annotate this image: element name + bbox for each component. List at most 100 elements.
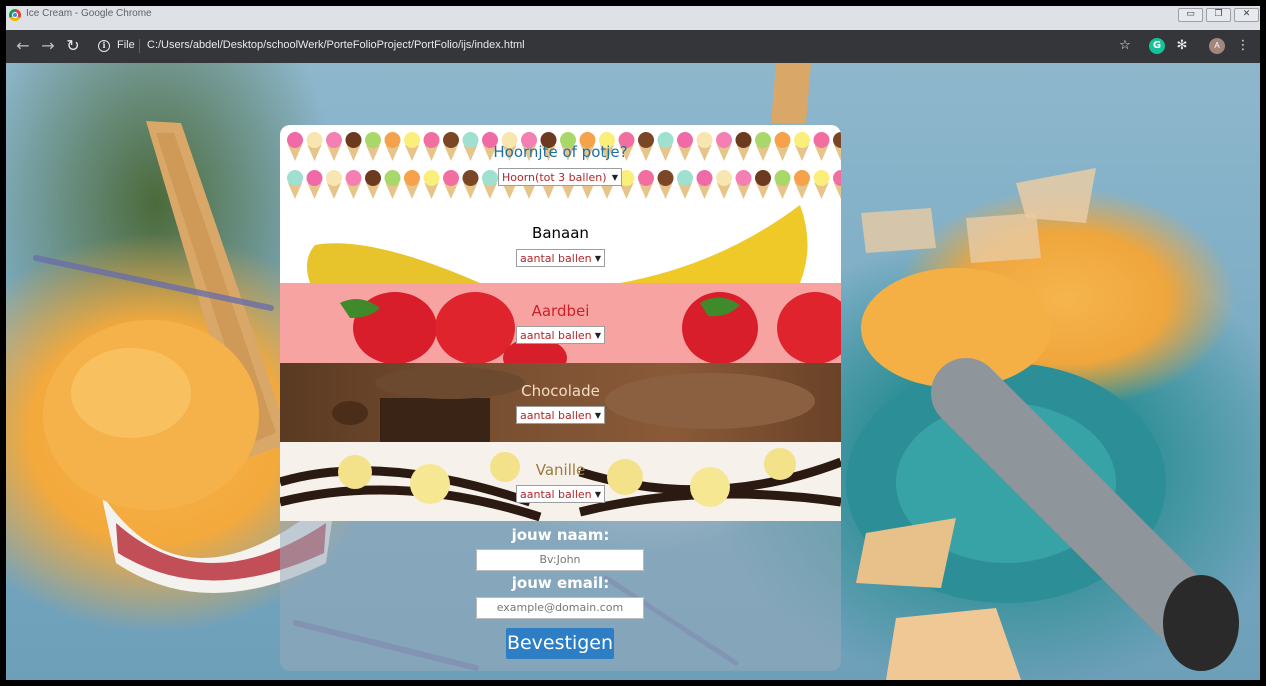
cone-icon: [288, 183, 302, 199]
info-icon[interactable]: i: [98, 40, 110, 52]
waffle-piece-4: [966, 213, 1041, 263]
flavor-select-vanilla[interactable]: aantal ballen ▼: [516, 485, 605, 503]
scoop-icon: [365, 170, 381, 186]
strawberry-image: [340, 292, 841, 363]
flavor-select-chocolate[interactable]: aantal ballen ▼: [516, 406, 605, 424]
cone-icon: [444, 183, 458, 199]
window-title: Ice Cream - Google Chrome: [26, 8, 152, 19]
email-label: jouw email:: [511, 574, 610, 592]
scoop-icon: [833, 170, 841, 186]
address-bar[interactable]: C:/Users/abdel/Desktop/schoolWerk/PorteF…: [147, 39, 525, 51]
cone-icon: [483, 183, 497, 199]
chrome-logo-icon: [9, 9, 21, 21]
avatar[interactable]: A: [1209, 38, 1225, 54]
chocolate-bar: [380, 398, 490, 442]
waffle-piece-3: [1016, 168, 1096, 223]
flavor-row-vanilla: Vanille aantal ballen ▼: [280, 442, 841, 521]
submit-button[interactable]: Bevestigen: [506, 628, 614, 659]
cone-icon: [327, 183, 341, 199]
waffle-cone-left-shade: [156, 133, 276, 441]
banana-left: [306, 243, 480, 283]
cone-icon: [697, 183, 712, 199]
email-input[interactable]: example@domain.com: [476, 597, 644, 619]
flavor-select-banana[interactable]: aantal ballen ▼: [516, 249, 605, 267]
dropdown-arrow-icon: ▼: [594, 254, 601, 263]
chocolate-image: [332, 367, 815, 442]
bookmark-star-icon[interactable]: ☆: [1117, 38, 1133, 54]
scooper-handle: [931, 358, 1231, 658]
flavor-title-strawberry: Aardbei: [531, 302, 590, 320]
scoop-left-highlight: [71, 348, 191, 438]
cone-icon: [756, 183, 770, 199]
cone-choice-row: Hoornjte of potje? Hoorn(tot 3 ballen) ▼: [280, 125, 841, 205]
scoop-icon: [774, 170, 791, 186]
waffle-cone-top: [771, 63, 811, 123]
scoop-icon: [696, 170, 713, 186]
flavor-title-vanilla: Vanille: [535, 461, 586, 479]
close-icon[interactable]: ✕: [1234, 8, 1259, 22]
dropdown-arrow-icon: ▼: [594, 411, 601, 420]
banana-image: [306, 205, 808, 283]
restore-icon[interactable]: ❐: [1206, 8, 1231, 22]
cone-choice-title: Hoornjte of potje?: [493, 143, 628, 161]
scoop-right: [861, 268, 1051, 388]
vanilla-image: [280, 448, 841, 521]
minimize-icon[interactable]: ▭: [1178, 8, 1203, 22]
scoop-icon: [813, 170, 830, 186]
browser-toolbar: ← → ↻ i File C:/Users/abdel/Desktop/scho…: [6, 30, 1260, 63]
scoop-icon: [735, 170, 752, 186]
page-background: Hoornjte of potje? Hoorn(tot 3 ballen) ▼…: [6, 63, 1260, 680]
plate-right: [846, 363, 1166, 603]
waffle-piece-1: [856, 518, 956, 588]
dropdown-arrow-icon: ▼: [594, 490, 601, 499]
cone-icon: [814, 183, 829, 199]
name-label: jouw naam:: [511, 526, 610, 544]
cone-icon: [795, 183, 809, 199]
scoop-icon: [443, 170, 459, 186]
scoop-icon: [755, 170, 771, 186]
scoop-icon: [716, 170, 732, 186]
scoop-icon: [462, 170, 479, 186]
flavor-select-strawberry[interactable]: aantal ballen ▼: [516, 326, 605, 344]
flavor-select-vanilla-value: aantal ballen: [520, 488, 592, 501]
cone-icon: [717, 183, 731, 199]
flavor-row-chocolate: Chocolade aantal ballen ▼: [280, 363, 841, 442]
cone-choice-select[interactable]: Hoorn(tot 3 ballen) ▼: [498, 168, 622, 186]
url-divider: [139, 39, 140, 53]
cone-icon: [385, 183, 400, 199]
dropdown-arrow-icon: ▼: [611, 173, 618, 182]
cone-icon: [346, 183, 361, 199]
menu-kebab-icon[interactable]: ⋮: [1235, 38, 1251, 54]
cone-icon: [307, 183, 322, 199]
flavor-row-strawberry: Aardbei aantal ballen ▼: [280, 283, 841, 363]
cone-icon: [834, 183, 841, 199]
contact-form: jouw naam: Bv:John jouw email: example@d…: [280, 521, 841, 671]
ice-cream-cones-pattern: [287, 132, 841, 199]
scoop-icon: [657, 170, 674, 186]
cone-icon: [424, 183, 439, 199]
reload-icon[interactable]: ↻: [64, 37, 82, 55]
cone-icon: [639, 183, 653, 199]
flavor-select-strawberry-value: aantal ballen: [520, 329, 592, 342]
forward-arrow-icon[interactable]: →: [39, 37, 57, 55]
scoop-icon: [482, 170, 498, 186]
scoop-icon: [384, 170, 401, 186]
scoop-icon: [326, 170, 342, 186]
grammarly-extension-icon[interactable]: G: [1149, 38, 1165, 54]
browser-window: Ice Cream - Google Chrome ▭ ❐ ✕ ← → ↻ i …: [6, 6, 1260, 680]
cone-icon: [463, 183, 478, 199]
scoop-icon: [404, 170, 420, 186]
url-scheme-label[interactable]: File: [117, 39, 135, 51]
scoop-icon: [287, 170, 303, 186]
name-input[interactable]: Bv:John: [476, 549, 644, 571]
flavor-row-banana: Banaan aantal ballen ▼: [280, 205, 841, 283]
cone-icon: [658, 183, 673, 199]
scoop-icon: [677, 170, 693, 186]
scooper-end: [1163, 575, 1239, 671]
waffle-piece-2: [886, 608, 1021, 680]
extension-gear-icon[interactable]: ✻: [1174, 38, 1190, 54]
back-arrow-icon[interactable]: ←: [14, 37, 32, 55]
dropdown-arrow-icon: ▼: [594, 331, 601, 340]
plate-right-inner: [896, 403, 1116, 563]
waffle-cone-left: [146, 121, 291, 458]
